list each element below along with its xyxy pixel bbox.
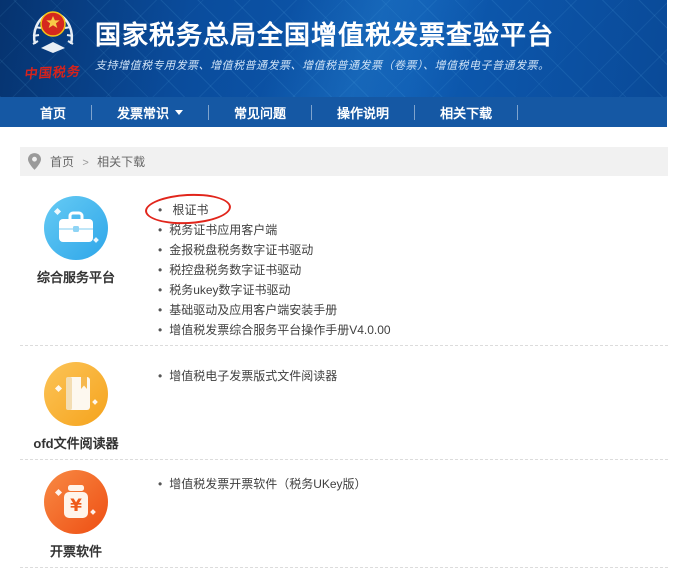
nav-item-downloads[interactable]: 相关下载 (415, 103, 517, 122)
tax-emblem-icon (32, 11, 74, 53)
toolbox-icon (44, 196, 108, 260)
download-link-tax-cert-client[interactable]: 税务证书应用客户端 (158, 220, 391, 240)
download-link-install-manual[interactable]: 基础驱动及应用客户端安装手册 (158, 300, 391, 320)
breadcrumb-home-link[interactable]: 首页 (50, 155, 74, 169)
section-invoicing-software: ¥ 开票软件 增值税发票开票软件（税务UKey版） (20, 460, 668, 568)
nav-item-label: 发票常识 (117, 105, 170, 121)
page-title: 国家税务总局全国增值税发票查验平台 (95, 20, 555, 50)
download-link-ukey-driver[interactable]: 税务ukey数字证书驱动 (158, 280, 391, 300)
breadcrumb: 首页 > 相关下载 (20, 147, 668, 176)
yuan-symbol: ¥ (70, 496, 82, 516)
chevron-down-icon (175, 109, 184, 115)
breadcrumb-separator: > (82, 157, 89, 169)
book-icon (44, 362, 108, 426)
category-label: 开票软件 (49, 544, 102, 559)
section-ofd-reader: ofd文件阅读器 增值税电子发票版式文件阅读器 (20, 346, 668, 460)
site-header: 中国税务 国家税务总局全国增值税发票查验平台 支持增值税专用发票、增值税普通发票… (0, 0, 667, 97)
download-link-shuikongpan-driver[interactable]: 税控盘税务数字证书驱动 (158, 260, 391, 280)
breadcrumb-current: 相关下载 (97, 155, 146, 169)
download-link-platform-manual[interactable]: 增值税发票综合服务平台操作手册V4.0.00 (158, 320, 390, 340)
location-pin-icon (28, 153, 41, 170)
nav-item-home[interactable]: 首页 (15, 103, 91, 122)
download-link-ofd-invoice-reader[interactable]: 增值税电子发票版式文件阅读器 (158, 366, 337, 386)
section-comprehensive-service-platform: 综合服务平台 根证书 税务证书应用客户端 金报税盘税务数字证书驱动 税控盘税务数… (20, 176, 668, 346)
download-link-root-certificate[interactable]: 根证书 (144, 191, 391, 227)
page-subtitle: 支持增值税专用发票、增值税普通发票、增值税普通发票（卷票）、增值税电子普通发票。 (95, 60, 550, 72)
category-label: ofd文件阅读器 (33, 436, 119, 451)
download-link-invoicing-software-ukey[interactable]: 增值税发票开票软件（税务UKey版） (158, 474, 366, 494)
nav-divider (517, 104, 519, 120)
logo-script-text: 中国税务 (23, 63, 83, 82)
download-link-jinbaoshuipan-driver[interactable]: 金报税盘税务数字证书驱动 (158, 240, 391, 260)
nav-item-invoice-knowledge[interactable]: 发票常识 (92, 103, 208, 122)
nav-item-instructions[interactable]: 操作说明 (312, 103, 414, 122)
category-label: 综合服务平台 (36, 270, 115, 285)
nav-item-faq[interactable]: 常见问题 (209, 103, 311, 122)
main-nav: 首页 发票常识 常见问题 操作说明 相关下载 (0, 97, 667, 127)
downloads-content: 综合服务平台 根证书 税务证书应用客户端 金报税盘税务数字证书驱动 税控盘税务数… (20, 176, 668, 568)
tax-bureau-logo: 中国税务 (22, 8, 84, 81)
page: 中国税务 国家税务总局全国增值税发票查验平台 支持增值税专用发票、增值税普通发票… (0, 0, 690, 579)
money-jar-icon: ¥ (44, 470, 108, 534)
